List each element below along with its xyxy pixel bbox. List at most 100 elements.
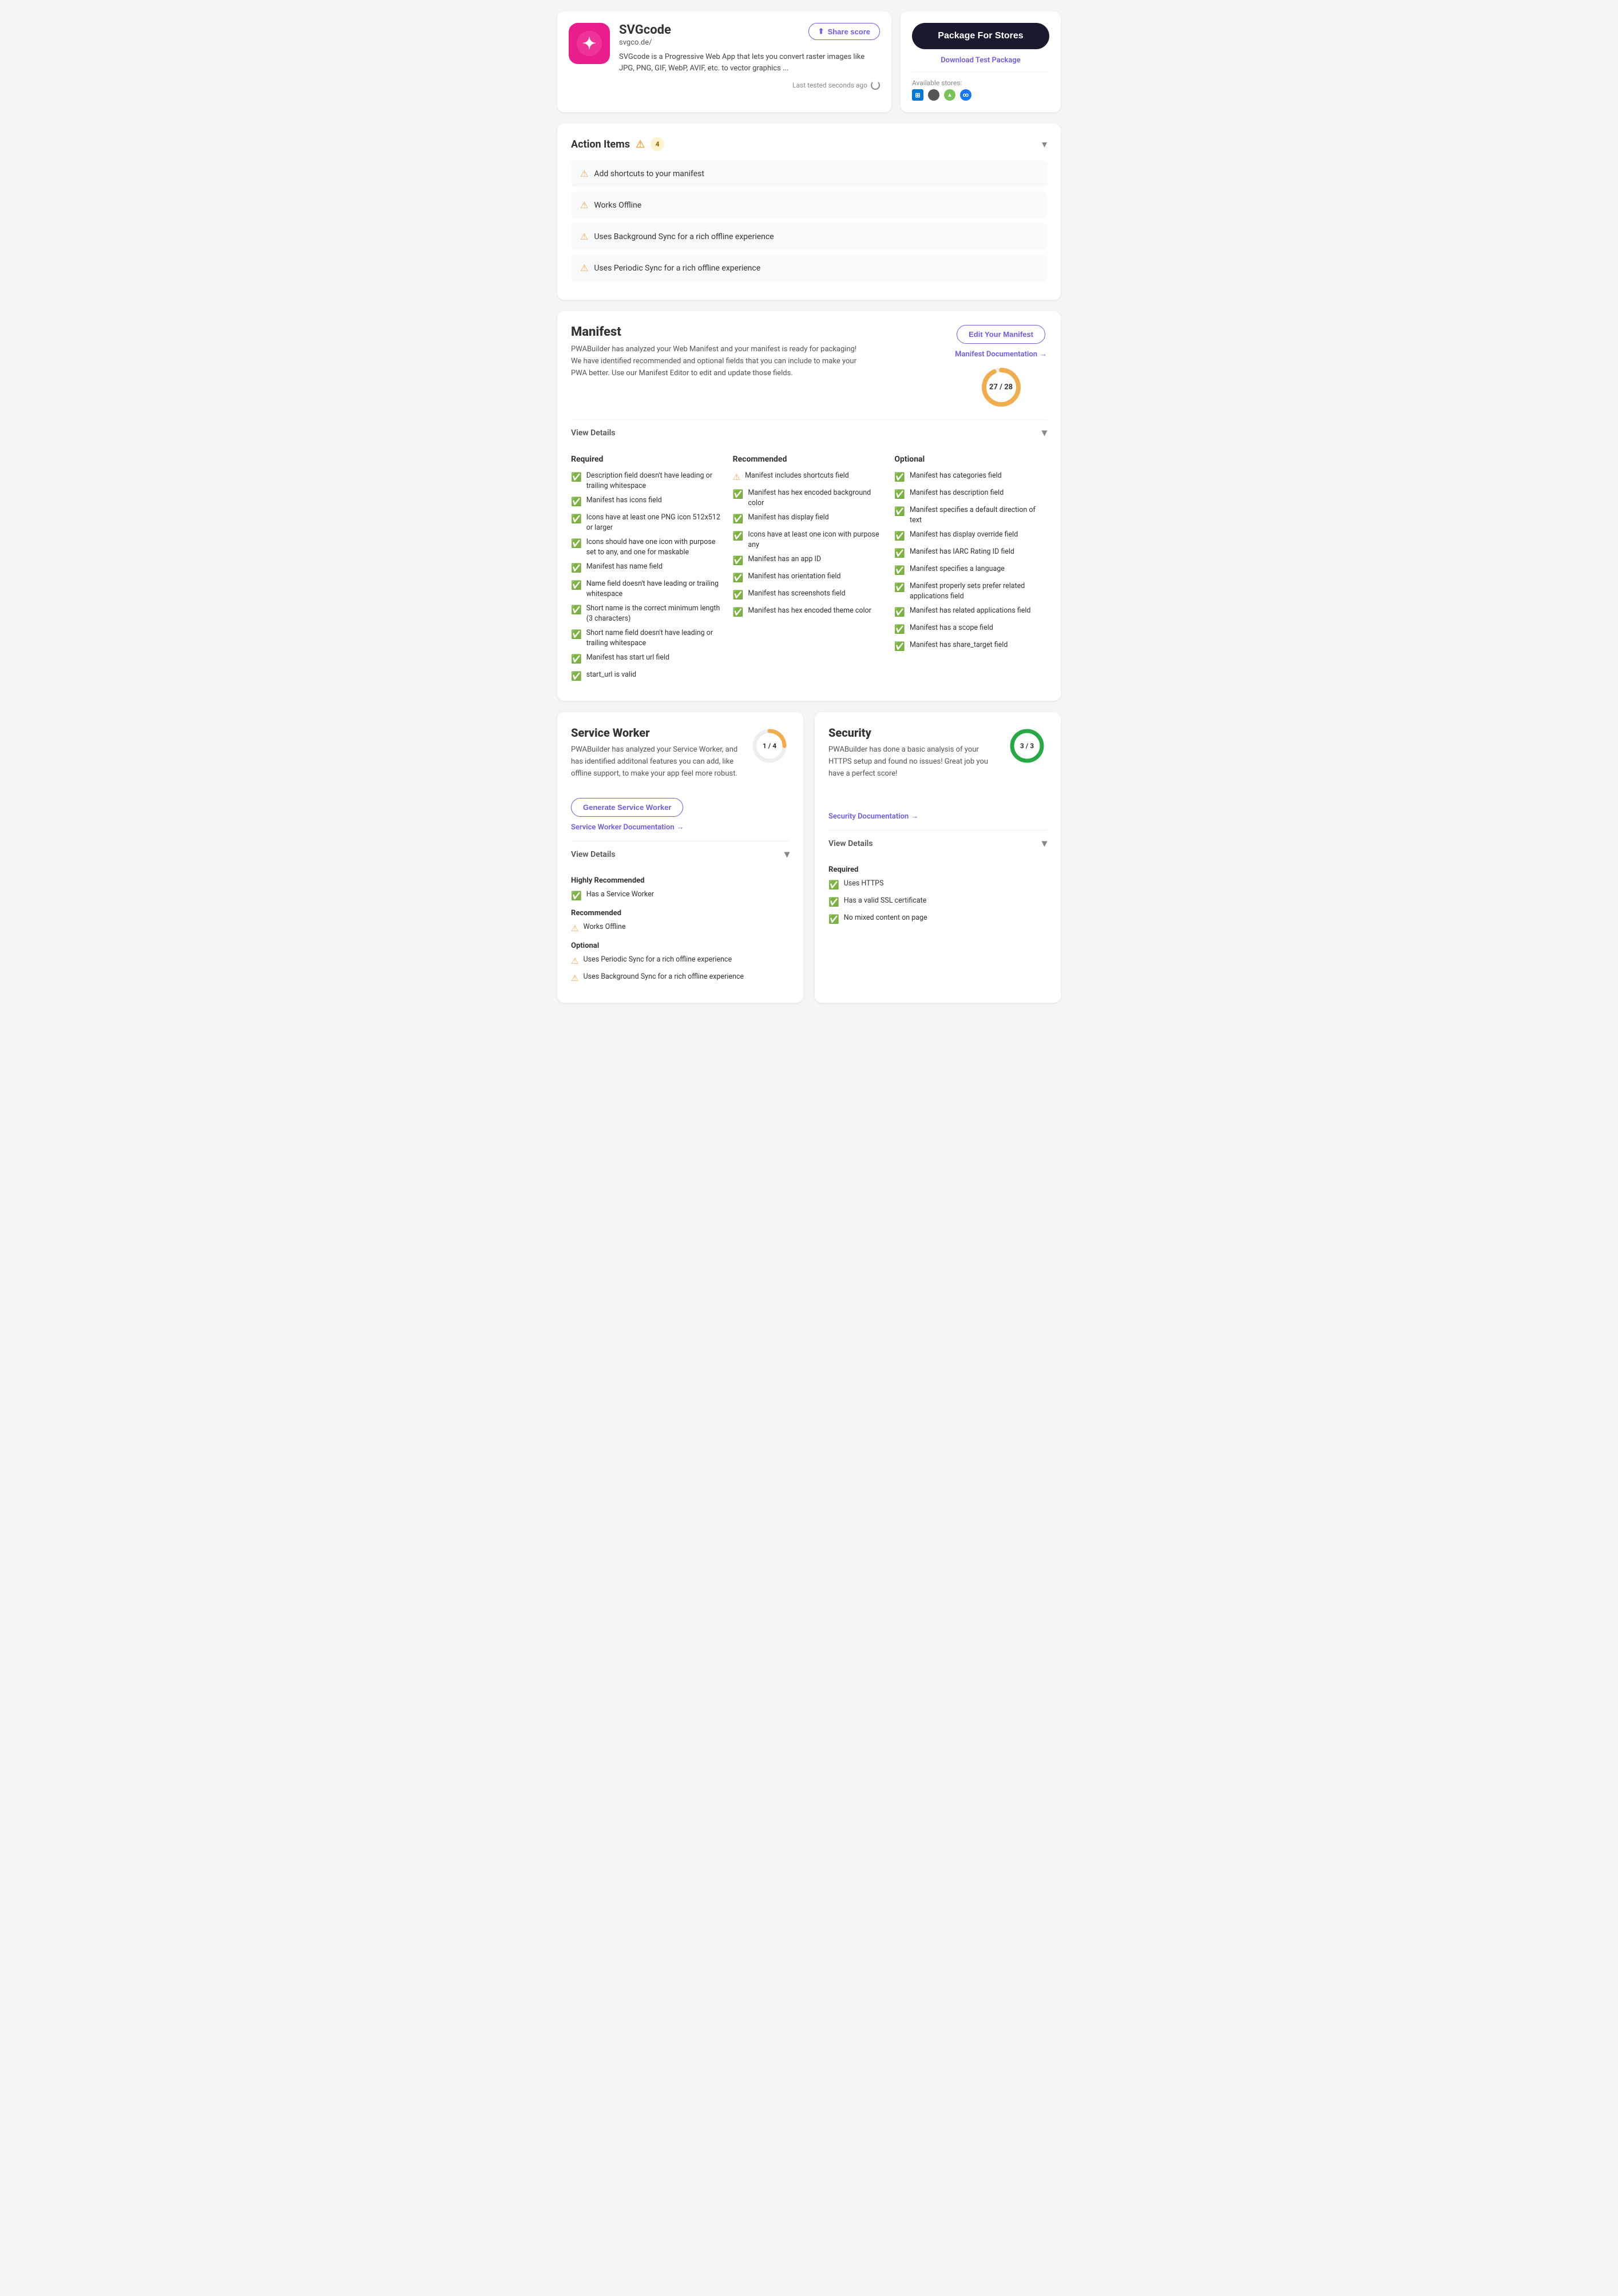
manifest-check-item: ✅Icons have at least one icon with purpo… — [733, 530, 886, 550]
sw-view-details[interactable]: View Details ▾ — [571, 841, 790, 867]
warn-icon-4: ⚠ — [580, 263, 588, 273]
app-logo: ✦ — [569, 23, 610, 64]
manifest-check-item: ✅Manifest has hex encoded background col… — [733, 488, 886, 508]
manifest-check-item: ✅Manifest properly sets prefer related a… — [894, 581, 1047, 601]
manifest-check-item: ✅Manifest has start url field — [571, 653, 724, 665]
sw-check-item: ⚠Works Offline — [571, 922, 790, 935]
action-items-badge: 4 — [651, 137, 664, 151]
security-doc-arrow: → — [911, 812, 918, 821]
manifest-check-item: ✅Icons should have one icon with purpose… — [571, 537, 724, 557]
sw-doc-arrow: → — [677, 823, 684, 832]
manifest-optional-col: Optional ✅Manifest has categories field … — [894, 455, 1047, 687]
manifest-required-col: Required ✅Description field doesn't have… — [571, 455, 724, 687]
manifest-doc-link[interactable]: Manifest Documentation → — [955, 349, 1047, 359]
app-card: ✦ SVGcode svgco.de/ ⬆ Share score — [557, 11, 891, 112]
generate-sw-button[interactable]: Generate Service Worker — [571, 798, 683, 817]
security-view-details[interactable]: View Details ▾ — [828, 830, 1047, 856]
manifest-check-item: ✅Manifest has name field — [571, 562, 724, 574]
manifest-details-chevron: ▾ — [1042, 427, 1047, 439]
manifest-check-item: ✅Manifest has IARC Rating ID field — [894, 547, 1047, 559]
sw-details: Highly Recommended ✅Has a Service Worker… — [571, 867, 790, 984]
manifest-description: PWABuilder has analyzed your Web Manifes… — [571, 344, 857, 379]
manifest-check-item: ✅Manifest has a scope field — [894, 623, 1047, 635]
sw-check-item: ✅Has a Service Worker — [571, 889, 790, 902]
share-button[interactable]: ⬆ Share score — [808, 23, 880, 40]
manifest-check-item: ✅Manifest has description field — [894, 488, 1047, 500]
security-score-label: 3 / 3 — [1020, 742, 1034, 750]
service-worker-section: Service Worker PWABuilder has analyzed y… — [557, 712, 803, 1003]
security-score-donut: 3 / 3 — [1007, 726, 1047, 766]
action-items-section: Action Items ⚠ 4 ▾ ⚠ Add shortcuts to yo… — [557, 124, 1061, 300]
warn-icon-3: ⚠ — [580, 231, 588, 242]
windows-store-icon: ⊞ — [912, 89, 923, 101]
manifest-check-item: ✅Short name is the correct minimum lengt… — [571, 603, 724, 623]
app-url: svgco.de/ — [619, 38, 671, 47]
manifest-details-grid: Required ✅Description field doesn't have… — [571, 446, 1047, 687]
manifest-check-item: ✅Manifest has orientation field — [733, 571, 886, 584]
sw-description: PWABuilder has analyzed your Service Wor… — [571, 744, 743, 780]
action-item: ⚠ Add shortcuts to your manifest — [571, 160, 1047, 187]
sw-doc-link[interactable]: Service Worker Documentation → — [571, 823, 790, 832]
share-icon: ⬆ — [818, 27, 824, 36]
security-check-item: ✅Uses HTTPS — [828, 879, 1047, 891]
manifest-check-item: ✅Manifest has icons field — [571, 495, 724, 508]
manifest-score-donut: 27 / 28 — [978, 364, 1024, 410]
package-card: Package For Stores Download Test Package… — [901, 11, 1061, 112]
security-section: Security PWABuilder has done a basic ana… — [815, 712, 1061, 1003]
sw-score-label: 1 / 4 — [763, 742, 776, 750]
manifest-view-details[interactable]: View Details ▾ — [571, 419, 1047, 446]
package-button[interactable]: Package For Stores — [912, 23, 1049, 49]
edit-manifest-button[interactable]: Edit Your Manifest — [957, 325, 1045, 344]
svg-text:✦: ✦ — [582, 34, 596, 53]
security-title: Security — [828, 726, 1000, 740]
action-items-chevron[interactable]: ▾ — [1042, 138, 1047, 150]
security-check-item: ✅Has a valid SSL certificate — [828, 896, 1047, 908]
manifest-check-item: ✅Manifest has display override field — [894, 530, 1047, 542]
security-check-item: ✅No mixed content on page — [828, 913, 1047, 925]
manifest-check-item: ✅Manifest has related applications field — [894, 606, 1047, 618]
action-item: ⚠ Uses Background Sync for a rich offlin… — [571, 223, 1047, 250]
refresh-icon[interactable] — [871, 81, 880, 90]
last-tested-text: Last tested seconds ago — [792, 81, 867, 89]
manifest-recommended-col: Recommended ⚠Manifest includes shortcuts… — [733, 455, 886, 687]
manifest-check-item: ✅Manifest specifies a default direction … — [894, 505, 1047, 525]
action-items-list: ⚠ Add shortcuts to your manifest ⚠ Works… — [571, 160, 1047, 281]
android-store-icon: ▲ — [944, 89, 955, 101]
manifest-check-item: ✅Manifest has screenshots field — [733, 589, 886, 601]
sw-check-item: ⚠Uses Periodic Sync for a rich offline e… — [571, 955, 790, 967]
action-item: ⚠ Works Offline — [571, 192, 1047, 219]
store-icons: ⊞ ▲ ∞ — [912, 89, 1049, 101]
manifest-check-item: ✅Manifest has display field — [733, 513, 886, 525]
sw-security-row: Service Worker PWABuilder has analyzed y… — [557, 712, 1061, 1003]
available-stores-label: Available stores: — [912, 79, 1049, 87]
manifest-check-item: ✅Manifest has an app ID — [733, 554, 886, 567]
manifest-section: Manifest PWABuilder has analyzed your We… — [557, 311, 1061, 701]
apple-store-icon — [928, 89, 939, 101]
manifest-check-item: ✅Icons have at least one PNG icon 512x51… — [571, 513, 724, 533]
warn-icon-action: ⚠ — [636, 138, 645, 150]
download-link[interactable]: Download Test Package — [941, 56, 1021, 65]
manifest-check-item: ✅Name field doesn't have leading or trai… — [571, 579, 724, 599]
manifest-check-item: ✅start_url is valid — [571, 670, 724, 682]
manifest-check-item: ✅Manifest specifies a language — [894, 564, 1047, 577]
manifest-check-item: ✅Short name field doesn't have leading o… — [571, 628, 724, 648]
manifest-title: Manifest — [571, 325, 857, 339]
app-description: SVGcode is a Progressive Web App that le… — [619, 51, 880, 74]
warn-icon-2: ⚠ — [580, 200, 588, 210]
sw-check-item: ⚠Uses Background Sync for a rich offline… — [571, 972, 790, 984]
security-description: PWABuilder has done a basic analysis of … — [828, 744, 1000, 780]
action-items-title: Action Items ⚠ 4 — [571, 137, 664, 151]
arrow-icon: → — [1040, 349, 1047, 359]
manifest-check-item: ✅Manifest has categories field — [894, 471, 1047, 483]
manifest-check-item: ✅Manifest has share_target field — [894, 640, 1047, 653]
sw-title: Service Worker — [571, 726, 743, 740]
app-name: SVGcode — [619, 23, 671, 37]
action-item: ⚠ Uses Periodic Sync for a rich offline … — [571, 255, 1047, 281]
security-doc-link[interactable]: Security Documentation → — [828, 812, 1047, 821]
manifest-check-item: ✅Manifest has hex encoded theme color — [733, 606, 886, 618]
manifest-check-item: ⚠Manifest includes shortcuts field — [733, 471, 886, 483]
security-details: Required ✅Uses HTTPS ✅Has a valid SSL ce… — [828, 856, 1047, 925]
meta-store-icon: ∞ — [960, 89, 971, 101]
sw-score-donut: 1 / 4 — [749, 726, 790, 766]
manifest-right: Edit Your Manifest Manifest Documentatio… — [955, 325, 1047, 410]
